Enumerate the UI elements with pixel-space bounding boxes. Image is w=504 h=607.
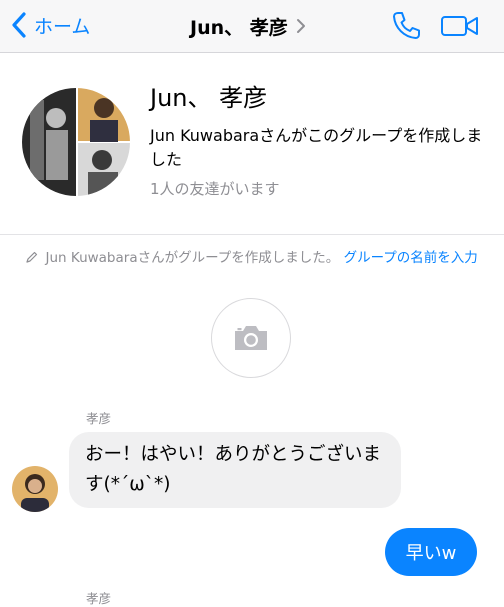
group-description: Jun Kuwabaraさんがこのグループを作成しました — [150, 126, 483, 169]
conversation-title[interactable]: Jun、 孝彦 — [190, 12, 306, 40]
back-label: ホーム — [34, 15, 91, 38]
phone-icon[interactable] — [390, 10, 422, 42]
system-message: Jun Kuwabaraさんがグループを作成しました。 グループの名前を入力 — [20, 248, 484, 268]
video-camera-icon[interactable] — [440, 12, 480, 40]
incoming-message-bubble[interactable]: おー！はやい！ありがとうございます(*´ω`*) — [69, 432, 401, 508]
message-sender: 孝彦 — [86, 591, 112, 606]
outgoing-message-bubble[interactable]: 早いw — [385, 528, 477, 576]
system-message-text: Jun Kuwabaraさんがグループを作成しました。 — [45, 250, 340, 266]
group-name: Jun、 孝彦 — [150, 84, 268, 112]
chevron-left-icon — [12, 12, 26, 38]
pencil-icon — [26, 251, 38, 263]
nav-bar: ホーム Jun、 孝彦 — [0, 0, 504, 53]
back-button[interactable]: ホーム — [10, 10, 90, 40]
chevron-right-icon — [296, 19, 305, 33]
group-avatar[interactable] — [22, 88, 130, 196]
conversation-title-text: Jun、 孝彦 — [190, 16, 288, 39]
message-sender: 孝彦 — [86, 411, 112, 426]
add-group-photo-button[interactable] — [211, 298, 291, 378]
header-divider — [0, 234, 504, 235]
name-group-link[interactable]: グループの名前を入力 — [344, 250, 478, 266]
camera-icon — [235, 326, 267, 350]
friend-count: 1人の友達がいます — [150, 180, 280, 198]
sender-avatar[interactable] — [12, 466, 58, 512]
